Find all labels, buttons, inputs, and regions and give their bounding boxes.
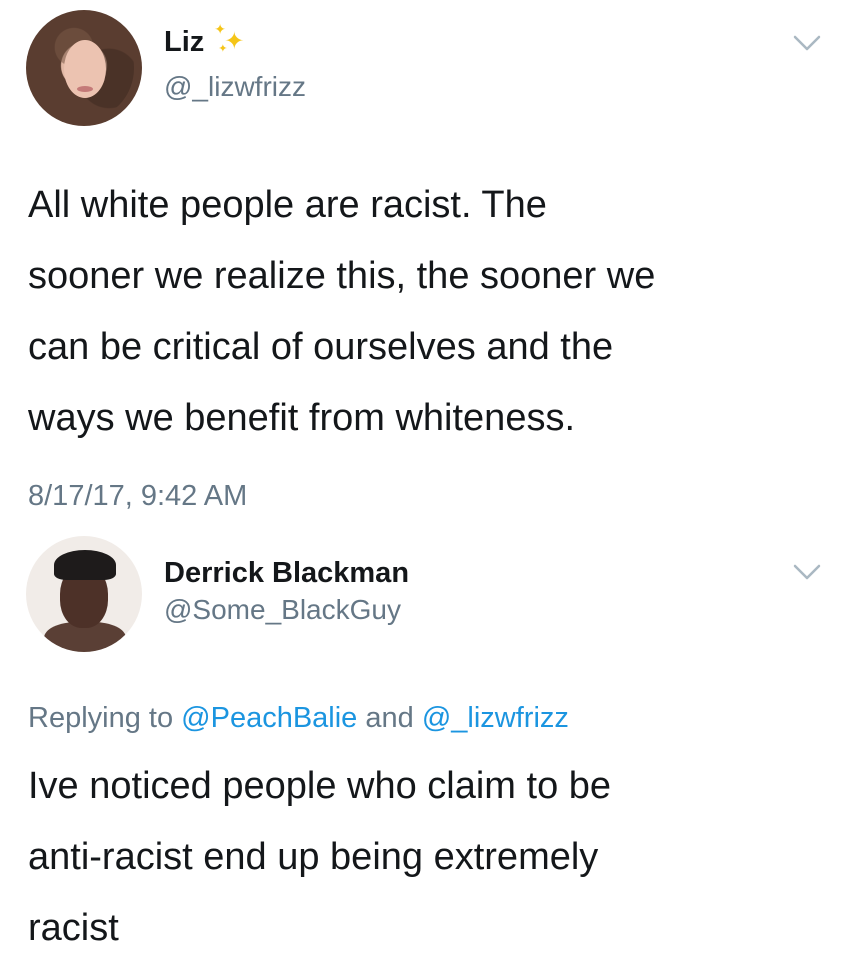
chevron-down-icon[interactable] bbox=[792, 33, 822, 53]
chevron-down-icon[interactable] bbox=[792, 562, 822, 582]
mention-link[interactable]: @PeachBalie bbox=[181, 702, 357, 734]
display-name[interactable]: Liz bbox=[164, 24, 204, 60]
tweet: Liz ✦ ✦ ✦ @_lizwfrizz All white people are… bbox=[0, 0, 851, 520]
tweet-text: All white people are racist. The sooner … bbox=[28, 184, 656, 439]
reply-prefix: Replying to bbox=[28, 702, 174, 734]
user-handle[interactable]: @Some_BlackGuy bbox=[164, 593, 401, 627]
author-name-row[interactable]: Liz ✦ ✦ ✦ bbox=[164, 21, 248, 60]
timestamp[interactable]: 8/17/17, 9:42 AM bbox=[28, 478, 247, 514]
author-name-row[interactable]: Derrick Blackman bbox=[164, 555, 409, 591]
avatar-cap bbox=[54, 550, 116, 580]
user-handle[interactable]: @_lizwfrizz bbox=[164, 70, 306, 104]
avatar-lips bbox=[77, 86, 93, 92]
avatar[interactable] bbox=[26, 536, 142, 652]
display-name[interactable]: Derrick Blackman bbox=[164, 555, 409, 591]
mention-link[interactable]: @_lizwfrizz bbox=[422, 702, 569, 734]
tweet: Derrick Blackman @Some_BlackGuy Replying… bbox=[0, 520, 851, 970]
tweet-text: Ive noticed people who claim to be anti-… bbox=[28, 765, 612, 949]
avatar[interactable] bbox=[26, 10, 142, 126]
reply-and: and bbox=[365, 702, 414, 734]
sparkle-icon: ✦ ✦ ✦ bbox=[214, 21, 245, 55]
reply-context: Replying to @PeachBalie and @_lizwfrizz bbox=[28, 698, 569, 738]
